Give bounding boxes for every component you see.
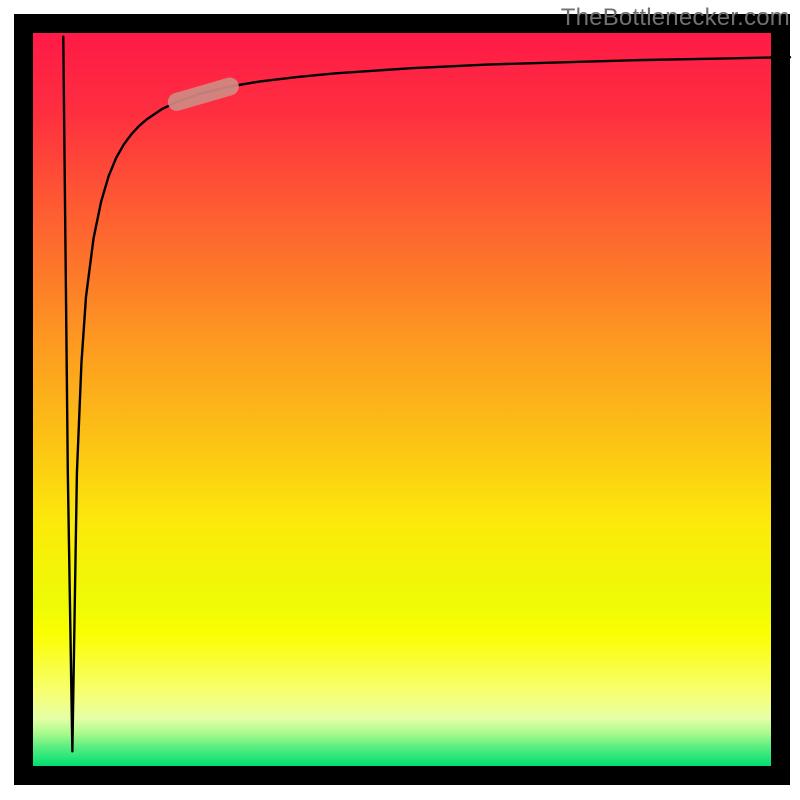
chart-svg (0, 0, 800, 800)
watermark-text: TheBottlenecker.com (561, 4, 790, 32)
plot-background (33, 33, 790, 766)
chart-root: TheBottlenecker.com (0, 0, 800, 800)
